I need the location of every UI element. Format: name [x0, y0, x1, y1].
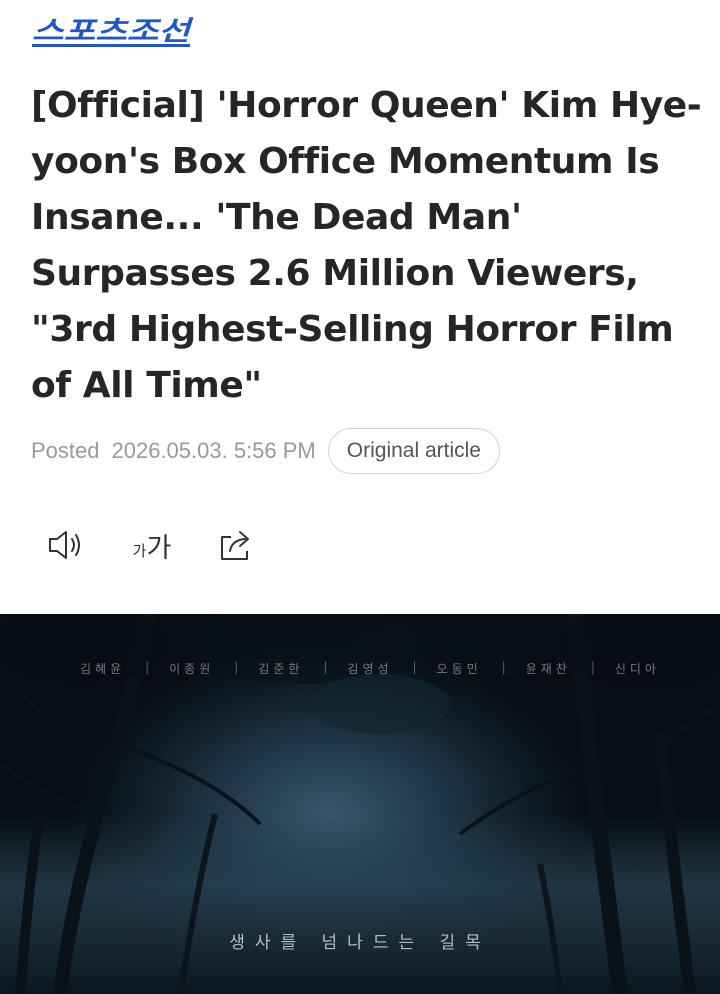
font-size-small-glyph: 가: [132, 542, 147, 560]
cast-separator: |: [590, 660, 595, 674]
cast-name: 김영성: [347, 662, 393, 676]
cast-name: 김준한: [258, 662, 304, 676]
cast-name: 신디아: [614, 662, 660, 676]
posted-date: 2026.05.03. 5:56 PM: [111, 438, 316, 463]
logo-text: 스포츠조선: [32, 16, 194, 47]
cast-name: 이종원: [169, 662, 215, 676]
article-hero-image: 김혜윤 | 이종원 | 김준한 | 김영성 | 오동민 | 윤재찬 | 신디아 …: [0, 614, 720, 994]
site-header: 스포츠조선: [32, 14, 197, 54]
share-icon[interactable]: [216, 525, 256, 565]
article-title: [Official] 'Horror Queen' Kim Hye-yoon's…: [31, 85, 702, 406]
cast-list: 김혜윤 | 이종원 | 김준한 | 김영성 | 오동민 | 윤재찬 | 신디아: [80, 660, 660, 677]
original-article-button[interactable]: Original article: [327, 428, 500, 474]
font-size-icon[interactable]: 가 가: [128, 525, 176, 565]
cast-name: 윤재찬: [525, 662, 571, 676]
speaker-icon[interactable]: [46, 525, 86, 565]
cast-separator: |: [323, 660, 328, 674]
article-toolbar: 가 가: [46, 522, 256, 568]
font-size-big-glyph: 가: [146, 532, 172, 563]
cast-name: 오동민: [436, 662, 482, 676]
posted-label: Posted: [31, 438, 100, 463]
cast-separator: |: [145, 660, 150, 674]
cast-separator: |: [234, 660, 239, 674]
sports-chosun-logo[interactable]: 스포츠조선: [32, 14, 197, 48]
article-meta: Posted 2026.05.03. 5:56 PM Original arti…: [31, 428, 500, 474]
cast-name: 김혜윤: [80, 662, 126, 676]
cast-separator: |: [501, 660, 506, 674]
cast-separator: |: [412, 660, 417, 674]
poster-tagline: 생사를 넘나드는 길목: [229, 933, 491, 953]
